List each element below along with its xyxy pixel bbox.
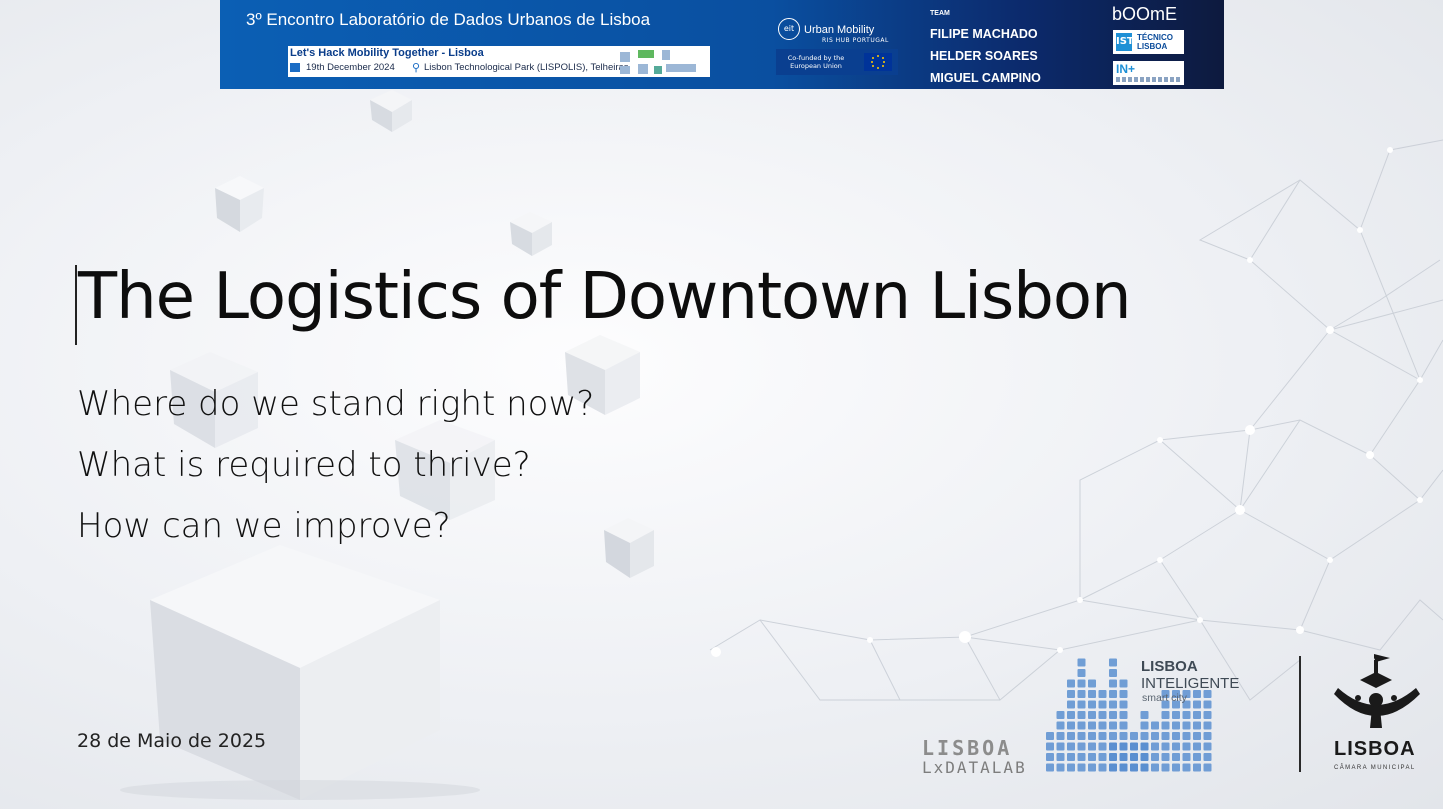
eu-cofunded-badge: Co-funded by the European Union bbox=[776, 49, 898, 75]
lxdatalab-logo: LISBOA LxDATALAB bbox=[922, 736, 1036, 778]
tecnico-symbol: IST bbox=[1116, 33, 1134, 51]
lxdatalab-top: LISBOA bbox=[922, 736, 1013, 760]
team-member: FILIPE MACHADO bbox=[930, 27, 1038, 41]
tecnico-lisboa-logo: IST TÉCNICO LISBOA bbox=[1113, 30, 1184, 54]
lxdatalab-bottom: LxDATALAB bbox=[922, 758, 1027, 777]
in-plus-logo: IN+ bbox=[1113, 61, 1184, 85]
calendar-icon bbox=[290, 63, 300, 72]
event-title: 3º Encontro Laboratório de Dados Urbanos… bbox=[246, 10, 651, 29]
boome-team-name: bOOmE bbox=[1112, 4, 1178, 24]
location-pin-icon: ⚲ bbox=[412, 62, 421, 74]
subtitle-question[interactable]: Where do we stand right now? bbox=[77, 384, 594, 424]
hackathon-venue: Lisbon Technological Park (LISPOLIS), Te… bbox=[424, 62, 629, 73]
tecnico-name: TÉCNICO LISBOA bbox=[1137, 33, 1173, 51]
hackathon-date: 19th December 2024 bbox=[306, 62, 395, 73]
eit-name: Urban Mobility bbox=[804, 24, 875, 36]
hackathon-title: Let's Hack Mobility Together - Lisboa bbox=[290, 47, 484, 59]
eit-hub: RIS HUB PORTUGAL bbox=[822, 37, 889, 44]
cml-subtitle: CÂMARA MUNICIPAL bbox=[1334, 765, 1416, 771]
eit-urban-mobility-logo: eit Urban Mobility RIS HUB PORTUGAL Co-f… bbox=[776, 16, 898, 76]
partner-logos bbox=[618, 48, 706, 74]
cofunded-text: Co-funded by the European Union bbox=[787, 54, 845, 70]
cml-name: LISBOA bbox=[1334, 738, 1416, 760]
slide-title[interactable]: The Logistics of Downtown Lisbon bbox=[78, 260, 1132, 334]
team-member: HELDER SOARES bbox=[930, 49, 1038, 63]
logo-divider bbox=[1299, 656, 1301, 772]
lisboa-inteligente-subtitle: INTELIGENTE bbox=[1141, 675, 1240, 692]
lisboa-ship-emblem-icon bbox=[1334, 654, 1420, 728]
in-plus-mark: IN+ bbox=[1116, 62, 1136, 76]
camara-municipal-lisboa-logo: LISBOA CÂMARA MUNICIPAL bbox=[1330, 652, 1426, 776]
eu-flag-icon bbox=[864, 53, 892, 71]
subtitle-question[interactable]: What is required to thrive? bbox=[77, 445, 531, 485]
text-cursor bbox=[75, 265, 77, 345]
lisboa-inteligente-tagline: smart city bbox=[1142, 692, 1187, 704]
in-plus-subtitle bbox=[1116, 77, 1180, 82]
slide-date[interactable]: 28 de Maio de 2025 bbox=[77, 730, 266, 752]
lisboa-inteligente-title: LISBOA bbox=[1141, 658, 1198, 675]
eit-logo-mark: eit bbox=[778, 18, 800, 40]
event-banner: 3º Encontro Laboratório de Dados Urbanos… bbox=[220, 0, 1224, 89]
hackathon-box: Let's Hack Mobility Together - Lisboa 19… bbox=[288, 46, 710, 77]
team-label: TEAM bbox=[930, 10, 950, 17]
subtitle-question[interactable]: How can we improve? bbox=[77, 506, 451, 546]
team-member: MIGUEL CAMPINO bbox=[930, 71, 1041, 85]
